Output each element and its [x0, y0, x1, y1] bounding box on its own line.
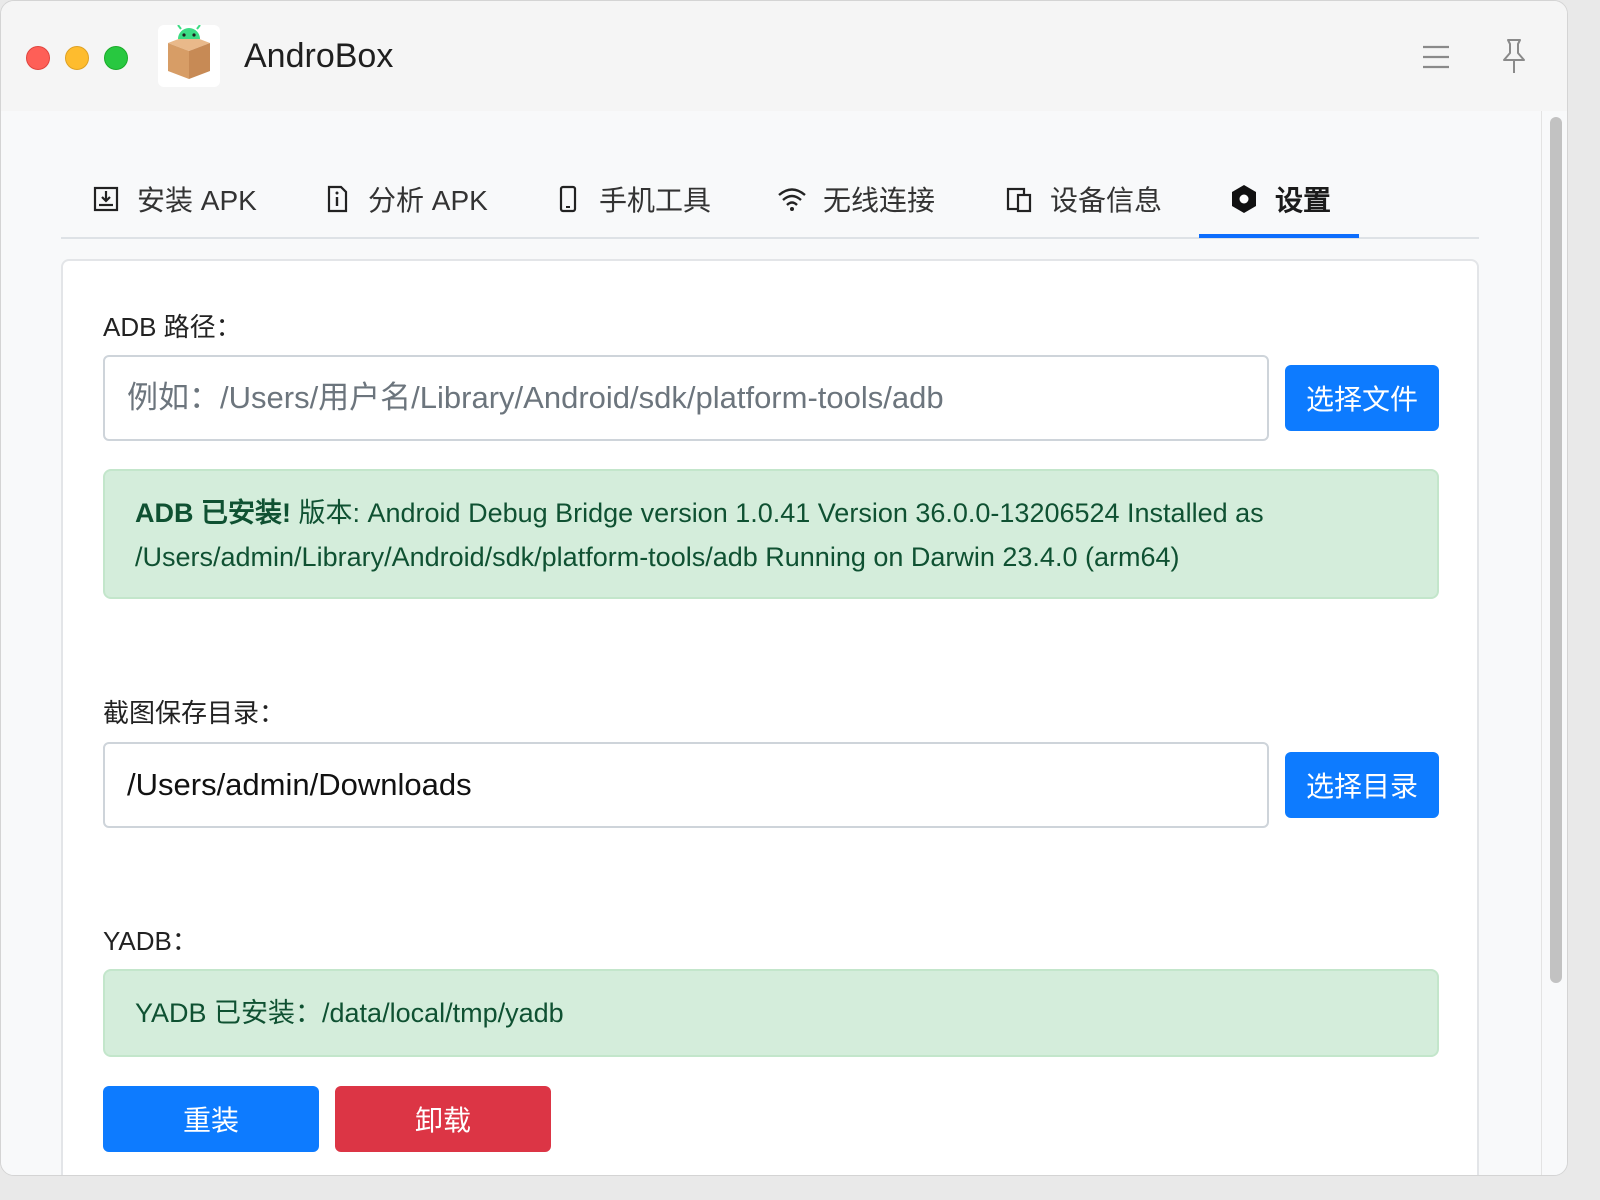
tab-device-info[interactable]: 设备信息 — [1004, 159, 1162, 239]
tab-wireless-connect[interactable]: 无线连接 — [777, 159, 935, 239]
tab-label: 无线连接 — [823, 185, 936, 216]
install-icon — [91, 184, 121, 214]
adb-status-alert: ADB 已安装! 版本: Android Debug Bridge versio… — [103, 469, 1439, 599]
main-content: 安装 APK 分析 APK 手机工具 无线连接 设备信息 设置 ADB 路径： … — [1, 111, 1541, 1175]
screenshot-dir-label: 截图保存目录： — [103, 698, 286, 728]
reinstall-yadb-button[interactable]: 重装 — [103, 1086, 319, 1152]
adb-path-input[interactable] — [103, 355, 1269, 441]
app-window: AndroBox 安装 APK 分析 APK 手机工具 无线连接 设备信息 设置… — [0, 0, 1568, 1176]
tab-label: 设置 — [1275, 185, 1332, 216]
devices-icon — [1004, 184, 1034, 214]
app-title: AndroBox — [244, 37, 394, 75]
phone-icon — [553, 184, 583, 214]
scrollbar-thumb[interactable] — [1550, 117, 1562, 983]
titlebar: AndroBox — [1, 1, 1567, 111]
active-tab-indicator — [1199, 234, 1359, 238]
adb-path-label: ADB 路径： — [103, 312, 242, 342]
hamburger-menu-icon[interactable] — [1421, 43, 1451, 71]
tab-phone-tools[interactable]: 手机工具 — [553, 159, 711, 239]
scrollbar-track[interactable] — [1541, 111, 1567, 1175]
tab-label: 分析 APK — [368, 185, 488, 216]
uninstall-yadb-button[interactable]: 卸载 — [335, 1086, 551, 1152]
yadb-status-text: YADB 已安装：/data/local/tmp/yadb — [135, 998, 564, 1028]
maximize-window-button[interactable] — [104, 46, 128, 70]
settings-hex-icon — [1229, 184, 1259, 214]
yadb-status-alert: YADB 已安装：/data/local/tmp/yadb — [103, 969, 1439, 1057]
select-file-button[interactable]: 选择文件 — [1285, 365, 1439, 431]
yadb-label: YADB： — [103, 926, 198, 956]
tab-label: 设备信息 — [1050, 185, 1163, 216]
adb-status-text: 版本: Android Debug Bridge version 1.0.41 … — [135, 498, 1264, 572]
settings-card: ADB 路径： 选择文件 ADB 已安装! 版本: Android Debug … — [61, 259, 1479, 1175]
close-window-button[interactable] — [26, 46, 50, 70]
pin-icon[interactable] — [1499, 37, 1529, 75]
tab-settings[interactable]: 设置 — [1229, 159, 1331, 239]
tab-label: 安装 APK — [137, 185, 257, 216]
tab-label: 手机工具 — [599, 185, 712, 216]
app-logo-icon — [158, 24, 220, 87]
tab-bar: 安装 APK 分析 APK 手机工具 无线连接 设备信息 设置 — [61, 159, 1479, 239]
adb-status-strong: ADB 已安装! — [135, 498, 291, 528]
file-info-icon — [322, 184, 352, 214]
screenshot-dir-input[interactable] — [103, 742, 1269, 828]
select-directory-button[interactable]: 选择目录 — [1285, 752, 1439, 818]
wifi-icon — [777, 184, 807, 214]
tab-install-apk[interactable]: 安装 APK — [91, 159, 257, 239]
minimize-window-button[interactable] — [65, 46, 89, 70]
tab-analyze-apk[interactable]: 分析 APK — [322, 159, 488, 239]
